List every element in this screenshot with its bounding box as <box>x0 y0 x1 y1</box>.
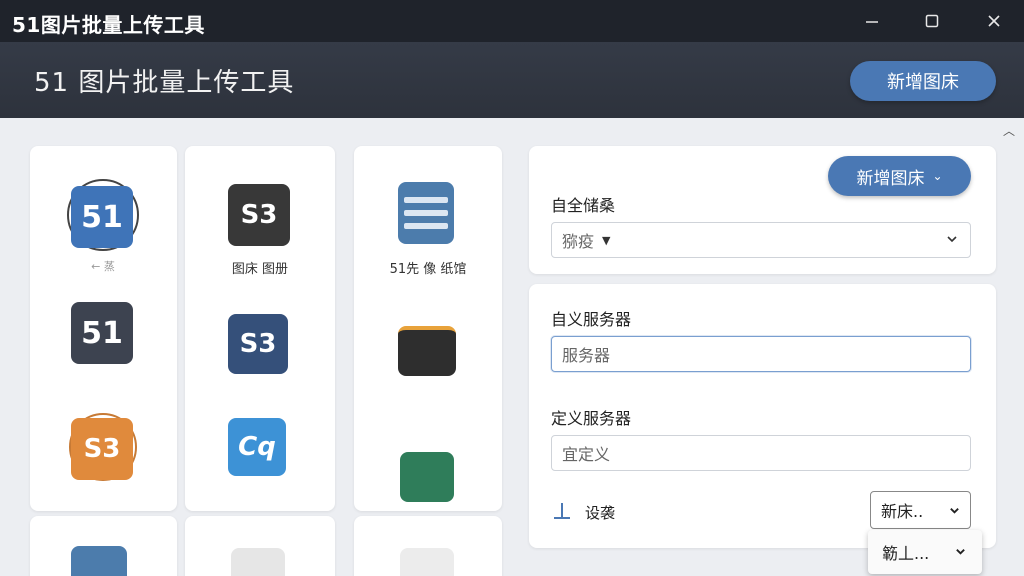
chevron-down-icon: ⌄ <box>932 169 943 183</box>
storage-label: 自全储桑 <box>551 196 616 215</box>
server-panel: 自义服务器 服务器 定义服务器 宜定义 设袭 新床.. <box>529 284 996 548</box>
close-button[interactable] <box>964 0 1024 42</box>
tile-badge: ← 蒸 <box>91 260 115 273</box>
host-logo-icon: S3 <box>71 418 133 480</box>
gallery-column-2-next <box>185 516 335 576</box>
chevron-down-icon <box>947 236 957 243</box>
chevron-down-icon <box>956 549 965 555</box>
host-logo-icon: Cq <box>228 418 286 476</box>
host-logo-icon: 51 <box>71 186 133 248</box>
add-host-button[interactable]: 新增图床 <box>850 61 996 101</box>
host-type-select[interactable]: 新床.. <box>870 491 971 529</box>
maximize-icon <box>925 14 939 28</box>
close-icon <box>988 15 1000 27</box>
settings-label[interactable]: 设袭 <box>585 502 615 523</box>
scroll-up-icon[interactable]: ︿ <box>1002 122 1016 138</box>
dropdown-popup[interactable]: 簕丄... <box>868 530 982 574</box>
gallery-caption: 51先 像 纸馆 <box>389 262 467 277</box>
chevron-down-icon <box>950 508 959 514</box>
host-logo-icon <box>71 546 127 576</box>
custom-server-input[interactable]: 宜定义 <box>551 435 971 471</box>
server-label: 自义服务器 <box>551 310 632 329</box>
app-title: 51 图片批量上传工具 <box>34 68 295 98</box>
window-title: 51图片批量上传工具 <box>12 13 205 37</box>
dropdown-popup-value: 簕丄... <box>882 544 930 563</box>
minimize-icon <box>866 21 878 23</box>
shopping-bag-icon <box>398 326 456 376</box>
host-type-value: 新床.. <box>881 502 924 521</box>
host-logo-icon: S3 <box>228 184 290 246</box>
tile-text: S3 <box>83 434 121 464</box>
server-input[interactable]: 服务器 <box>551 336 971 372</box>
server-input-placeholder: 服务器 <box>562 346 611 365</box>
storage-select[interactable]: 猕疫 ▼ <box>551 222 971 258</box>
document-icon <box>400 548 454 576</box>
document-icon <box>231 548 285 576</box>
gallery-column-3: 51先 像 纸馆 <box>354 146 502 511</box>
gallery-column-2: S3 图床 图册 S3 Cq <box>185 146 335 511</box>
upload-icon[interactable] <box>553 501 571 521</box>
storage-bag-icon: S3 <box>228 314 288 374</box>
gallery-column-3-next <box>354 516 502 576</box>
tile-text: S3 <box>240 200 278 230</box>
add-host-dropdown-button[interactable]: 新增图床 ⌄ <box>828 156 971 196</box>
minimize-button[interactable] <box>842 0 902 42</box>
gallery-caption: 图床 图册 <box>231 262 289 277</box>
host-logo-icon: 51 <box>71 302 133 364</box>
server-icon <box>398 182 454 244</box>
add-host-label: 新增图床 <box>856 168 925 189</box>
main-content: ︿ 51 ← 蒸 51 S3 S3 图床 图册 S3 Cq 51先 像 纸馆 新… <box>0 118 1024 576</box>
caret-down-icon: ▼ <box>602 233 611 247</box>
custom-server-placeholder: 宜定义 <box>562 445 611 464</box>
storage-select-value: 猕疫 <box>562 232 595 251</box>
maximize-button[interactable] <box>902 0 962 42</box>
app-header: 51 图片批量上传工具 新增图床 <box>0 42 1024 118</box>
gallery-column-1-next <box>30 516 177 576</box>
title-bar: 51图片批量上传工具 <box>0 0 1024 42</box>
tile-text: 51 <box>81 199 123 235</box>
image-bag-icon <box>400 452 454 502</box>
storage-panel: 新增图床 ⌄ 自全储桑 猕疫 ▼ <box>529 146 996 274</box>
tile-text: 51 <box>81 315 123 351</box>
gallery-column-1: 51 ← 蒸 51 S3 <box>30 146 177 511</box>
tile-text: Cq <box>238 432 276 462</box>
tile-text: S3 <box>239 329 277 359</box>
custom-server-label: 定义服务器 <box>551 409 632 428</box>
